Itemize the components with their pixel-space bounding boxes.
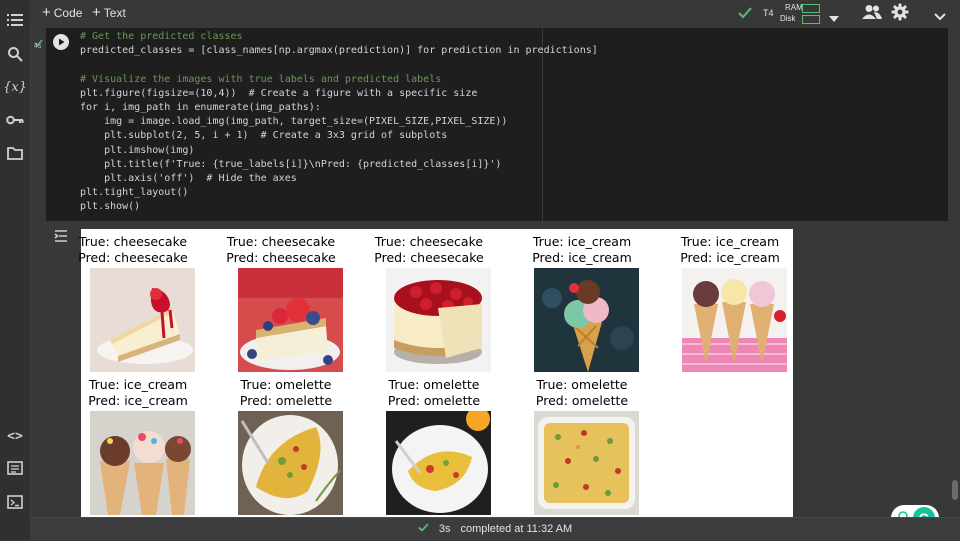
code-line: plt.show() — [80, 201, 141, 213]
disk-bar — [802, 15, 820, 24]
code-snippets-icon[interactable]: <> — [5, 426, 25, 446]
run-cell-icon[interactable] — [53, 34, 69, 50]
check-icon — [738, 6, 752, 24]
add-code-button[interactable]: + Code — [42, 4, 82, 22]
subplot-title: True: ice_cream Pred: ice_cream — [88, 377, 188, 408]
cell-exec-time: 4s — [34, 43, 42, 50]
subplot-title: True: ice_cream Pred: ice_cream — [680, 234, 780, 265]
terminal-list-icon[interactable] — [5, 458, 25, 478]
subplot-title: True: omelette Pred: omelette — [535, 377, 629, 408]
dropdown-icon[interactable] — [829, 9, 839, 27]
code-line: plt.tight_layout() — [80, 187, 189, 199]
ram-bar — [802, 4, 820, 13]
plus-icon: + — [92, 4, 101, 21]
ice-cream-three-cones-image — [682, 268, 787, 372]
menu-icon[interactable] — [5, 10, 25, 30]
code-line: plt.axis('off') # Hide the axes — [80, 173, 297, 185]
folder-icon[interactable] — [5, 143, 25, 163]
code-line: plt.subplot(2, 5, i + 1) # Create a 3x3 … — [80, 130, 448, 142]
gear-icon[interactable] — [891, 3, 909, 26]
code-line: predicted_classes = [class_names[np.argm… — [80, 45, 598, 57]
ice-cream-cone-image — [534, 268, 639, 372]
status-bar: 3s completed at 11:32 AM — [30, 517, 960, 540]
cheesecake-slice-image — [90, 268, 195, 372]
terminal-icon[interactable] — [5, 492, 25, 512]
omelette-plate-image — [386, 411, 491, 515]
subplot-title: True: cheesecake Pred: cheesecake — [78, 234, 188, 265]
ice-cream-cupcake-cones-image — [90, 411, 195, 515]
subplot-title: True: ice_cream Pred: ice_cream — [532, 234, 632, 265]
status-time: 3s — [438, 523, 451, 535]
omelette-casserole-image — [534, 411, 639, 515]
scrollbar-thumb[interactable] — [952, 480, 958, 500]
code-line: plt.figure(figsize=(10,4)) # Create a fi… — [80, 87, 478, 99]
status-check-icon — [418, 523, 429, 535]
subplot-title: True: cheesecake Pred: cheesecake — [226, 234, 336, 265]
code-line: # Visualize the images with true labels … — [80, 73, 442, 85]
subplot-title: True: omelette Pred: omelette — [387, 377, 481, 408]
runtime-label: T4 — [763, 8, 774, 18]
resource-monitor[interactable]: RAM Disk — [780, 2, 822, 24]
top-toolbar: + Code + Text T4 RAM Disk — [30, 0, 960, 26]
code-line: # Get the predicted classes — [80, 31, 243, 42]
variables-icon[interactable]: {x} — [3, 77, 27, 97]
omelette-fork-image — [238, 411, 343, 515]
code-line: for i, img_path in enumerate(img_paths): — [80, 102, 321, 114]
cell-output-figure: True: cheesecake Pred: cheesecake True: c… — [78, 229, 793, 519]
cheesecake-cherry-image — [386, 268, 491, 372]
cheesecake-berries-image — [238, 268, 343, 372]
subplot-title: True: cheesecake Pred: cheesecake — [374, 234, 484, 265]
key-icon[interactable] — [5, 110, 25, 130]
left-sidebar: {x} <> — [0, 0, 31, 540]
code-editor[interactable]: # Get the predicted classes predicted_cl… — [80, 30, 598, 215]
plus-icon: + — [42, 4, 51, 21]
share-people-icon[interactable] — [862, 4, 882, 25]
chevron-down-icon[interactable] — [934, 8, 946, 26]
code-line: plt.title(f'True: {true_labels[i]}\nPred… — [80, 158, 502, 170]
code-line: plt.imshow(img) — [80, 144, 195, 156]
code-line: img = image.load_img(img_path, target_si… — [80, 116, 508, 128]
subplot-title: True: omelette Pred: omelette — [239, 377, 333, 408]
status-text: completed at 11:32 AM — [460, 523, 573, 535]
add-text-button[interactable]: + Text — [92, 4, 126, 22]
code-cell[interactable]: # Get the predicted classes predicted_cl… — [46, 28, 948, 221]
search-icon[interactable] — [5, 44, 25, 64]
